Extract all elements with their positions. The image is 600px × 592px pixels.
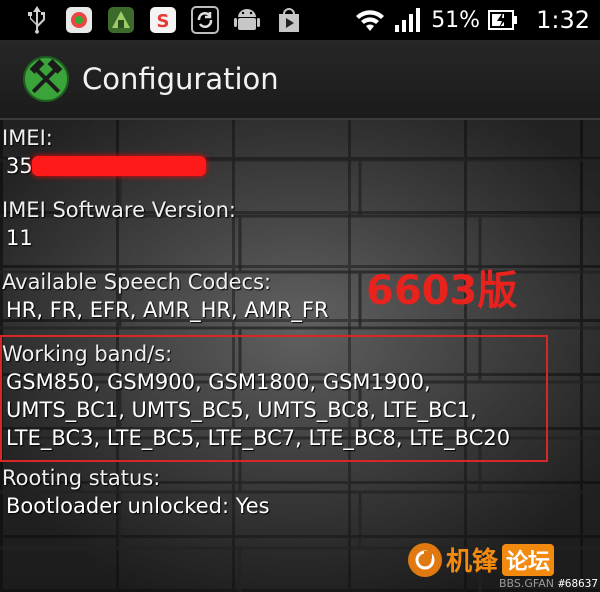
imei-sw-label: IMEI Software Version: [2, 198, 236, 222]
crossed-hammers-icon[interactable] [22, 55, 70, 103]
action-bar: Configuration [0, 40, 600, 120]
codecs-label: Available Speech Codecs: [2, 270, 272, 294]
codecs-value: HR, FR, EFR, AMR_HR, AMR_FR [6, 298, 329, 322]
system-status: 51% 1:32 [355, 0, 590, 40]
gfan-logo-icon [407, 542, 442, 577]
clock: 1:32 [536, 6, 590, 34]
notification-icons: S [0, 5, 304, 35]
svg-text:S: S [157, 11, 170, 32]
config-content[interactable]: IMEI: 355 IMEI Software Version: 11 Avai… [0, 120, 600, 592]
bands-value: GSM850, GSM900, GSM1800, GSM1900, UMTS_B… [6, 370, 511, 450]
image-id: #68637 [558, 577, 598, 590]
s-app-icon: S [148, 5, 178, 35]
watermark-brand: 机锋 [445, 547, 498, 577]
imei-label: IMEI: [2, 126, 53, 150]
page-title: Configuration [82, 62, 279, 96]
battery-percent: 51% [431, 7, 481, 33]
sync-icon [190, 5, 220, 35]
signal-icon [393, 5, 423, 35]
bands-label: Working band/s: [2, 342, 173, 366]
app-icon [64, 5, 94, 35]
watermark-domain: BBS.GFAN [499, 577, 554, 590]
game-icon [106, 5, 136, 35]
watermark: 机锋 论坛 [407, 541, 554, 578]
imei-sw-value: 11 [6, 226, 33, 250]
rooting-section: Rooting status: Bootloader unlocked: Yes [2, 464, 270, 520]
wifi-icon [355, 5, 385, 35]
play-store-icon [274, 5, 304, 35]
codecs-section: Available Speech Codecs: HR, FR, EFR, AM… [2, 268, 329, 324]
watermark-tag: 论坛 [501, 543, 554, 576]
version-annotation: 6603版 [366, 268, 518, 314]
rooting-value: Bootloader unlocked: Yes [6, 494, 270, 518]
imei-sw-section: IMEI Software Version: 11 [2, 196, 236, 252]
rooting-label: Rooting status: [2, 466, 161, 490]
imei-redaction [32, 156, 206, 176]
screen: S 51% 1:32 Configuration IMEI: 355 IMEI … [0, 0, 600, 592]
status-bar: S 51% 1:32 [0, 0, 600, 40]
battery-charging-icon [488, 5, 518, 35]
usb-icon [22, 5, 52, 35]
bands-section: Working band/s: GSM850, GSM900, GSM1800,… [2, 340, 542, 452]
android-icon [232, 5, 262, 35]
